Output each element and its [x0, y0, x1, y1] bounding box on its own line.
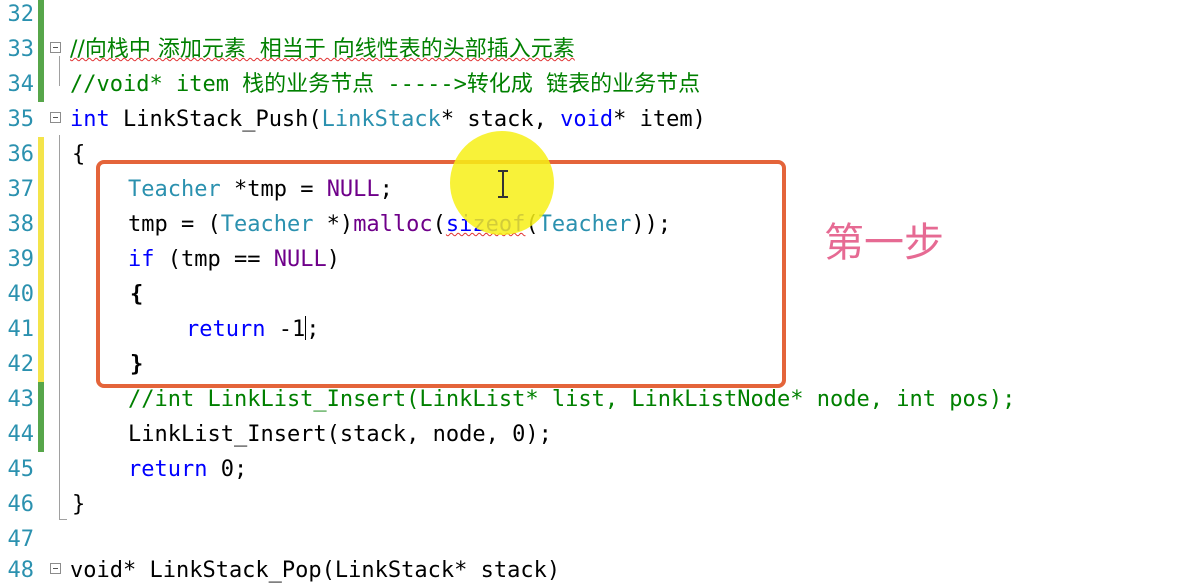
line-number: 34 — [7, 72, 35, 97]
code-line[interactable]: 33 //向栈中 添加元素 相当于 向线性表的头部插入元素 — [0, 32, 1204, 67]
change-marker — [38, 32, 44, 67]
highlight-box — [96, 160, 786, 388]
keyword: int — [70, 107, 110, 132]
line-number: 38 — [7, 212, 35, 237]
change-marker — [38, 207, 44, 242]
line-number: 48 — [7, 558, 35, 583]
code-line[interactable]: 46 } — [0, 487, 1204, 522]
change-marker — [38, 242, 44, 277]
type-name: LinkStack — [321, 107, 441, 132]
ibeam-cursor-icon — [498, 170, 508, 198]
line-number: 44 — [7, 422, 35, 447]
line-number: 37 — [7, 177, 35, 202]
line-number: 36 — [7, 142, 35, 167]
code-token: { — [72, 142, 86, 167]
code-statement: return 0; — [128, 452, 247, 487]
annotation-label: 第一步 — [824, 220, 944, 266]
code-token: } — [72, 492, 86, 517]
code-statement: LinkList_Insert(stack, node, 0); — [128, 422, 552, 447]
line-number: 41 — [7, 317, 35, 342]
code-statement: void* LinkStack_Pop(LinkStack* stack) — [70, 558, 561, 583]
line-number: 43 — [7, 387, 35, 412]
line-number: 47 — [7, 527, 35, 552]
change-marker — [38, 172, 44, 207]
code-token: 0; — [207, 457, 248, 482]
code-line[interactable]: 35 int LinkStack_Push(LinkStack* stack, … — [0, 102, 1204, 137]
line-number: 33 — [7, 37, 35, 62]
comment-text: //void* item 栈的业务节点 ----->转化成 链表的业务节点 — [70, 72, 701, 97]
line-number: 35 — [7, 107, 35, 132]
line-number: 40 — [7, 282, 35, 307]
indent-guide — [59, 56, 60, 86]
keyword: void — [560, 107, 614, 132]
change-marker — [38, 312, 44, 347]
change-marker — [38, 382, 44, 417]
code-line[interactable]: 32 — [0, 0, 1204, 32]
code-line[interactable]: 44 LinkList_Insert(stack, node, 0); — [0, 417, 1204, 452]
line-number: 42 — [7, 352, 35, 377]
line-number: 45 — [7, 457, 35, 482]
code-token: * stack, — [440, 107, 561, 132]
change-marker — [38, 0, 44, 32]
code-token: * item) — [613, 107, 706, 132]
keyword: return — [128, 457, 208, 482]
function-signature: int LinkStack_Push(LinkStack* stack, voi… — [70, 102, 706, 137]
collapse-box-icon[interactable] — [50, 563, 61, 574]
code-line[interactable]: 48 void* LinkStack_Pop(LinkStack* stack) — [0, 553, 1204, 588]
code-line[interactable]: 34 //void* item 栈的业务节点 ----->转化成 链表的业务节点 — [0, 67, 1204, 102]
line-number: 39 — [7, 247, 35, 272]
indent-guide — [59, 135, 60, 520]
change-marker — [38, 137, 44, 172]
line-number: 32 — [7, 2, 35, 27]
change-marker — [38, 277, 44, 312]
code-line[interactable]: 45 return 0; — [0, 452, 1204, 487]
change-marker — [38, 347, 44, 382]
change-marker — [38, 67, 44, 102]
comment-text: //向栈中 添加元素 相当于 向线性表的头部插入元素 — [70, 37, 575, 62]
collapse-box-icon[interactable] — [50, 112, 61, 123]
line-number: 46 — [7, 492, 35, 517]
code-token: LinkStack_Push( — [109, 107, 322, 132]
code-line[interactable]: 47 — [0, 522, 1204, 557]
indent-guide — [59, 519, 67, 520]
collapse-box-icon[interactable] — [50, 42, 61, 53]
change-marker — [38, 417, 44, 452]
